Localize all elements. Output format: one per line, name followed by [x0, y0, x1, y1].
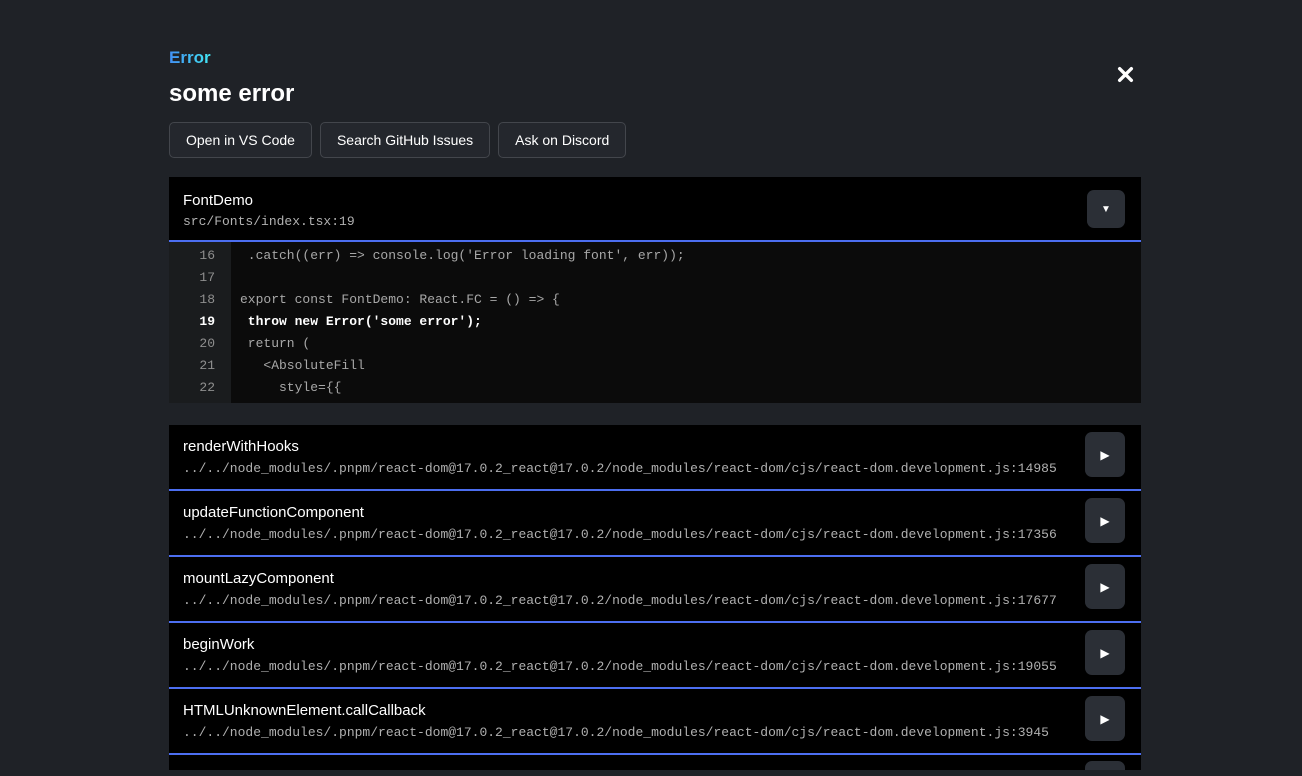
code-text: .catch((err) => console.log('Error loadi… [231, 245, 685, 267]
code-text: <AbsoluteFill [231, 355, 365, 377]
stack-frame: HTMLUnknownElement.callCallback ../../no… [169, 689, 1141, 755]
stack-frame-name: updateFunctionComponent [183, 505, 1071, 521]
play-right-icon: ▶ [1100, 580, 1109, 594]
search-github-issues-button[interactable]: Search GitHub Issues [320, 122, 490, 158]
expand-frame-button[interactable]: ▶ [1085, 696, 1125, 741]
expand-frame-button[interactable]: ▶ [1085, 630, 1125, 675]
stack-frame: updateFunctionComponent ../../node_modul… [169, 491, 1141, 557]
code-line: 17 [169, 267, 1141, 289]
stack-trace: renderWithHooks ../../node_modules/.pnpm… [169, 425, 1141, 770]
stack-frame-path: ../../node_modules/.pnpm/react-dom@17.0.… [183, 527, 1071, 542]
code-line: 21 <AbsoluteFill [169, 355, 1141, 377]
stack-frame-name: mountLazyComponent [183, 571, 1071, 587]
chevron-down-icon: ▼ [1101, 204, 1111, 215]
error-overlay: Error some error Open in VS Code Search … [169, 0, 1141, 770]
expand-frame-button[interactable]: ▶ [1085, 564, 1125, 609]
code-line: 20 return ( [169, 333, 1141, 355]
error-message: some error [169, 81, 1141, 107]
code-text: return ( [231, 333, 310, 355]
stack-frame: renderWithHooks ../../node_modules/.pnpm… [169, 425, 1141, 491]
expand-frame-button[interactable]: ▶ [1085, 761, 1125, 770]
code-frame-header: FontDemo src/Fonts/index.tsx:19 ▼ [169, 177, 1141, 240]
line-number: 21 [169, 355, 231, 377]
code-frame-title: FontDemo [183, 192, 1125, 209]
line-number: 20 [169, 333, 231, 355]
code-line-highlighted: 19 throw new Error('some error'); [169, 311, 1141, 333]
collapse-frame-button[interactable]: ▼ [1087, 190, 1125, 228]
error-type-label: Error [169, 48, 211, 68]
stack-frame: beginWork ../../node_modules/.pnpm/react… [169, 623, 1141, 689]
code-text: style={{ [231, 377, 341, 399]
stack-frame-path: ../../node_modules/.pnpm/react-dom@17.0.… [183, 725, 1071, 740]
stack-frame: mountLazyComponent ../../node_modules/.p… [169, 557, 1141, 623]
code-frame-location: src/Fonts/index.tsx:19 [183, 214, 1125, 229]
ask-on-discord-button[interactable]: Ask on Discord [498, 122, 626, 158]
stack-frame-partial: ▶ [169, 755, 1141, 770]
stack-frame-path: ../../node_modules/.pnpm/react-dom@17.0.… [183, 461, 1071, 476]
code-text: export const FontDemo: React.FC = () => … [231, 289, 560, 311]
code-line: 22 style={{ [169, 377, 1141, 399]
line-number: 18 [169, 289, 231, 311]
stack-frame-name: renderWithHooks [183, 439, 1071, 455]
stack-frame-path: ../../node_modules/.pnpm/react-dom@17.0.… [183, 593, 1071, 608]
code-area: 16 .catch((err) => console.log('Error lo… [169, 242, 1141, 403]
action-buttons: Open in VS Code Search GitHub Issues Ask… [169, 122, 1141, 158]
expand-frame-button[interactable]: ▶ [1085, 498, 1125, 543]
code-line: 16 .catch((err) => console.log('Error lo… [169, 245, 1141, 267]
open-in-vscode-button[interactable]: Open in VS Code [169, 122, 312, 158]
stack-frame-path: ../../node_modules/.pnpm/react-dom@17.0.… [183, 659, 1071, 674]
stack-frame-name: HTMLUnknownElement.callCallback [183, 703, 1071, 719]
line-number: 17 [169, 267, 231, 289]
code-frame: FontDemo src/Fonts/index.tsx:19 ▼ 16 .ca… [169, 177, 1141, 403]
play-right-icon: ▶ [1100, 448, 1109, 462]
stack-frame-name: beginWork [183, 637, 1071, 653]
code-text [231, 267, 240, 289]
play-right-icon: ▶ [1100, 712, 1109, 726]
play-right-icon: ▶ [1100, 514, 1109, 528]
line-number: 16 [169, 245, 231, 267]
line-number: 19 [169, 311, 231, 333]
code-text: throw new Error('some error'); [231, 311, 482, 333]
code-line: 18export const FontDemo: React.FC = () =… [169, 289, 1141, 311]
line-number: 22 [169, 377, 231, 399]
play-right-icon: ▶ [1100, 646, 1109, 660]
expand-frame-button[interactable]: ▶ [1085, 432, 1125, 477]
